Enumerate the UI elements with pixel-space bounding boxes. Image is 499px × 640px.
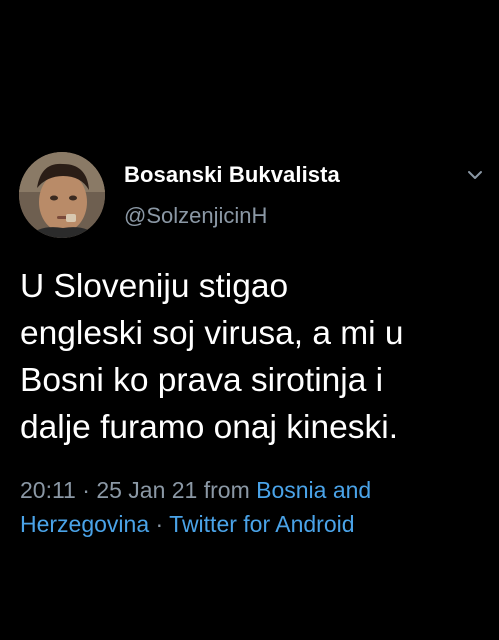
tweet-date[interactable]: 25 Jan 21 [96, 477, 197, 503]
tweet-metadata: 20:11 · 25 Jan 21 from Bosnia and Herzeg… [20, 473, 490, 541]
source-link[interactable]: Twitter for Android [169, 511, 354, 537]
author-handle[interactable]: @SolzenjicinH [124, 203, 267, 229]
author-name[interactable]: Bosanski Bukvalista [124, 162, 340, 188]
separator: · [149, 511, 170, 537]
avatar-image [19, 152, 105, 238]
separator: · [75, 477, 97, 503]
chevron-down-icon[interactable] [466, 168, 484, 182]
tweet-card: Bosanski Bukvalista @SolzenjicinH U Slov… [0, 0, 499, 640]
tweet-text-line: dalje furamo onaj kineski. [20, 409, 399, 446]
from-label: from [197, 477, 257, 503]
tweet-time[interactable]: 20:11 [20, 477, 76, 503]
tweet-text-line: Bosni ko prava sirotinja i [20, 362, 384, 399]
tweet-text-line: engleski soj virusa, a mi u [20, 315, 404, 352]
avatar[interactable] [19, 152, 105, 238]
tweet-text: U Sloveniju stigao engleski soj virusa, … [20, 263, 490, 451]
tweet-text-line: U Sloveniju stigao [20, 268, 289, 305]
